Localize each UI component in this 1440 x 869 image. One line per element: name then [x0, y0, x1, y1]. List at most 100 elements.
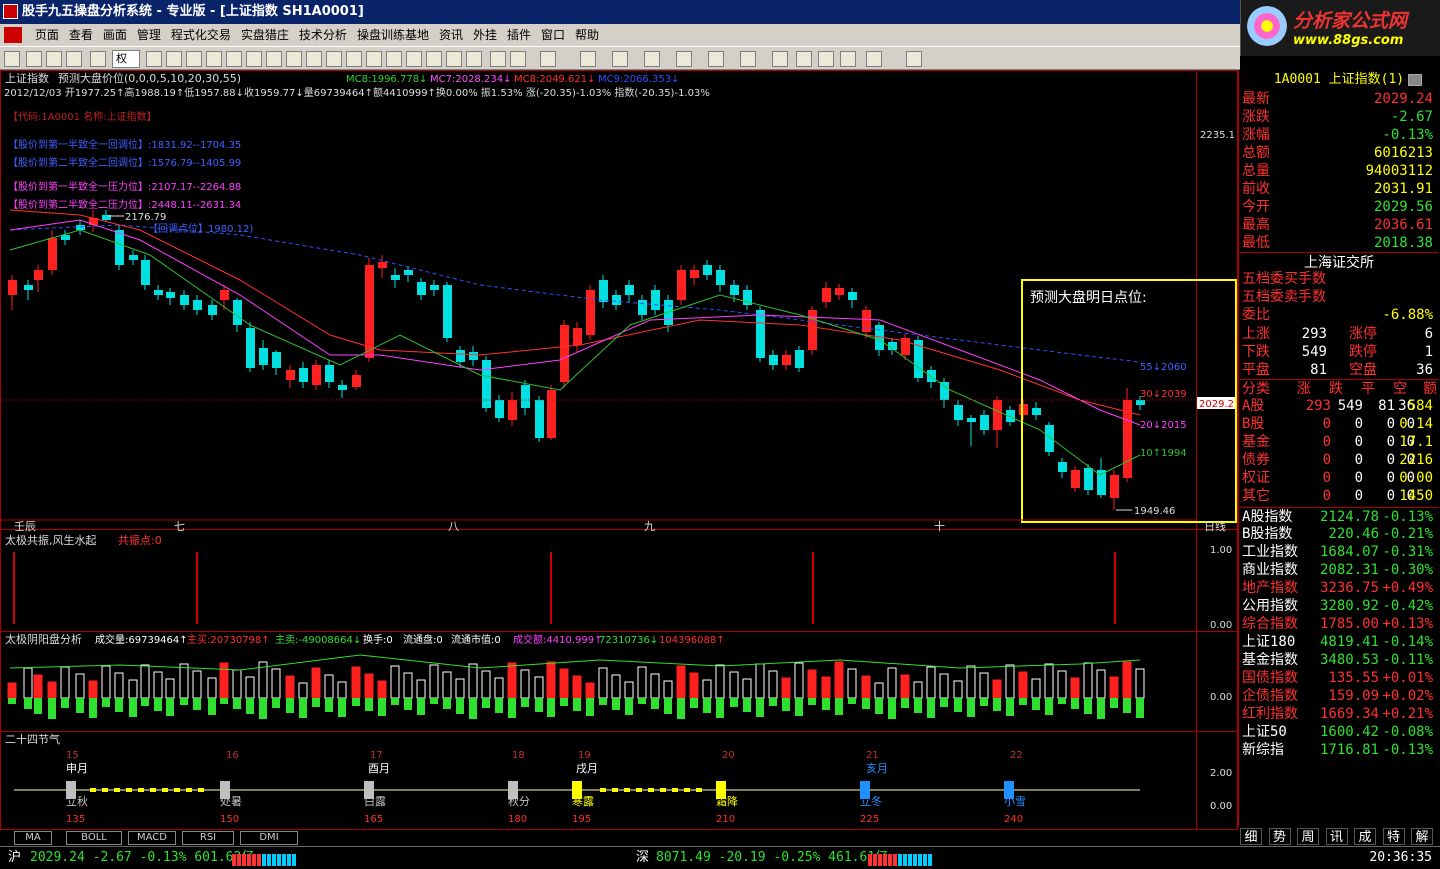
toolbar-button-icon[interactable]: [708, 51, 724, 67]
sz-index-summary[interactable]: 8071.49 -20.19 -0.25% 461.61亿: [656, 847, 888, 869]
toolbar-button-icon[interactable]: [266, 51, 282, 67]
panel-tab-6[interactable]: 解: [1411, 828, 1433, 845]
index-row[interactable]: 新综指 1716.81 -0.13%: [1239, 741, 1439, 759]
chart-area[interactable]: 上证指数 预测大盘价位(0,0,0,5,10,20,30,55) MC8:1996.…: [0, 70, 1238, 830]
menu-item-7[interactable]: 操盘训练基地: [352, 24, 434, 46]
menu-item-5[interactable]: 实盘猎庄: [236, 24, 294, 46]
quote-label: 最低: [1242, 235, 1270, 251]
toolbar-button-icon[interactable]: [490, 51, 506, 67]
menu-item-0[interactable]: 页面: [30, 24, 64, 46]
app-menu-icon[interactable]: [4, 27, 22, 43]
indicator-tab-ma[interactable]: MA: [14, 831, 52, 845]
panel-tab-2[interactable]: 周: [1297, 828, 1319, 845]
toolbar-button-icon[interactable]: [740, 51, 756, 67]
index-row[interactable]: 综合指数 1785.00 +0.13%: [1239, 615, 1439, 633]
index-row[interactable]: 国债指数 135.55 +0.01%: [1239, 669, 1439, 687]
category-name: 基金: [1242, 434, 1270, 450]
toolbar-button-icon[interactable]: [406, 51, 422, 67]
toolbar-button-icon[interactable]: [346, 51, 362, 67]
volume-bar: [468, 663, 478, 699]
index-row[interactable]: 工业指数 1684.07 -0.31%: [1239, 543, 1439, 561]
term-dash: [126, 788, 132, 792]
toolbar-button-icon[interactable]: [426, 51, 442, 67]
toolbar-button-icon[interactable]: [466, 51, 482, 67]
toolbar-button-icon[interactable]: [286, 51, 302, 67]
category-amount: 2216: [1399, 452, 1433, 468]
toolbar-button-icon[interactable]: [644, 51, 660, 67]
toolbar-button-icon[interactable]: [166, 51, 182, 67]
index-row[interactable]: 红利指数 1669.34 +0.21%: [1239, 705, 1439, 723]
toolbar-button-icon[interactable]: [446, 51, 462, 67]
menu-item-11[interactable]: 窗口: [536, 24, 570, 46]
panel-tab-3[interactable]: 讯: [1325, 828, 1348, 845]
toolbar-button-icon[interactable]: [580, 51, 596, 67]
index-row[interactable]: 公用指数 3280.92 -0.42%: [1239, 597, 1439, 615]
index-row[interactable]: 上证50 1600.42 -0.08%: [1239, 723, 1439, 741]
toolbar-button-icon[interactable]: [90, 51, 106, 67]
chart-canvas[interactable]: 上证指数 预测大盘价位(0,0,0,5,10,20,30,55) MC8:1996.…: [0, 70, 1238, 830]
indicator-tab-macd[interactable]: MACD: [128, 831, 176, 845]
menu-item-3[interactable]: 管理: [132, 24, 166, 46]
toolbar-button-icon[interactable]: [326, 51, 342, 67]
weibi-value: -6.88%: [1382, 307, 1433, 323]
sell-bar: [967, 698, 975, 717]
menu-item-10[interactable]: 插件: [502, 24, 536, 46]
panel-tab-5[interactable]: 特: [1382, 828, 1405, 845]
toolbar-button-icon[interactable]: [366, 51, 382, 67]
toolbar-button-icon[interactable]: [226, 51, 242, 67]
toolbar-button-icon[interactable]: [796, 51, 812, 67]
menu-item-6[interactable]: 技术分析: [294, 24, 352, 46]
toolbar-button-icon[interactable]: [510, 51, 526, 67]
toolbar-button-icon[interactable]: [906, 51, 922, 67]
indicator-tab-dmi[interactable]: DMI: [240, 831, 298, 845]
toolbar-button-icon[interactable]: [46, 51, 62, 67]
panel-tab-0[interactable]: 细: [1240, 828, 1262, 845]
toolbar-button-icon[interactable]: [612, 51, 628, 67]
menu-item-8[interactable]: 资讯: [434, 24, 468, 46]
toolbar-button-icon[interactable]: [818, 51, 834, 67]
toolbar-button-icon[interactable]: [866, 51, 882, 67]
index-row[interactable]: 上证180 4819.41 -0.14%: [1239, 633, 1439, 651]
category-value: 0: [1386, 488, 1395, 504]
toolbar-button-icon[interactable]: [26, 51, 42, 67]
index-row[interactable]: B股指数 220.46 -0.21%: [1239, 525, 1439, 543]
solar-term-degree: 135: [66, 814, 85, 825]
toolbar-button-icon[interactable]: [146, 51, 162, 67]
index-row[interactable]: 基金指数 3480.53 -0.11%: [1239, 651, 1439, 669]
menu-item-2[interactable]: 画面: [98, 24, 132, 46]
index-change: -0.21%: [1382, 526, 1433, 542]
menu-item-1[interactable]: 查看: [64, 24, 98, 46]
candle-body: [495, 400, 504, 418]
toolbar-button-icon[interactable]: [186, 51, 202, 67]
weight-select[interactable]: 权: [112, 50, 140, 68]
toolbar-button-icon[interactable]: [246, 51, 262, 67]
toolbar-button-icon[interactable]: [772, 51, 788, 67]
panel-toggle-icon[interactable]: [1408, 74, 1422, 86]
toolbar-button-icon[interactable]: [540, 51, 556, 67]
index-row[interactable]: 地产指数 3236.75 +0.49%: [1239, 579, 1439, 597]
index-row[interactable]: 企债指数 159.09 +0.02%: [1239, 687, 1439, 705]
toolbar-button-icon[interactable]: [840, 51, 856, 67]
menu-item-12[interactable]: 帮助: [570, 24, 604, 46]
toolbar-button-icon[interactable]: [206, 51, 222, 67]
index-row[interactable]: 商业指数 2082.31 -0.30%: [1239, 561, 1439, 579]
indicator-tab-rsi[interactable]: RSI: [182, 831, 234, 845]
toolbar-button-icon[interactable]: [4, 51, 20, 67]
sh-index-summary[interactable]: 2029.24 -2.67 -0.13% 601.62亿: [30, 847, 254, 869]
candle-body: [352, 375, 361, 387]
toolbar-button-icon[interactable]: [306, 51, 322, 67]
volume-bar: [598, 667, 608, 699]
menu-item-9[interactable]: 外挂: [468, 24, 502, 46]
sell-bar: [154, 698, 162, 711]
toolbar-button-icon[interactable]: [386, 51, 402, 67]
toolbar-button-icon[interactable]: [676, 51, 692, 67]
panel-tab-1[interactable]: 势: [1268, 828, 1291, 845]
indicator-tab-boll[interactable]: BOLL: [66, 831, 122, 845]
panel-tab-4[interactable]: 成: [1354, 828, 1376, 845]
toolbar-button-icon[interactable]: [66, 51, 82, 67]
category-row: 权证 0 0 0 0 0.00: [1239, 469, 1439, 487]
volume-bar: [715, 664, 725, 699]
menu-item-4[interactable]: 程式化交易: [166, 24, 236, 46]
sell-bar: [743, 698, 751, 712]
index-row[interactable]: A股指数 2124.78 -0.13%: [1239, 507, 1439, 525]
